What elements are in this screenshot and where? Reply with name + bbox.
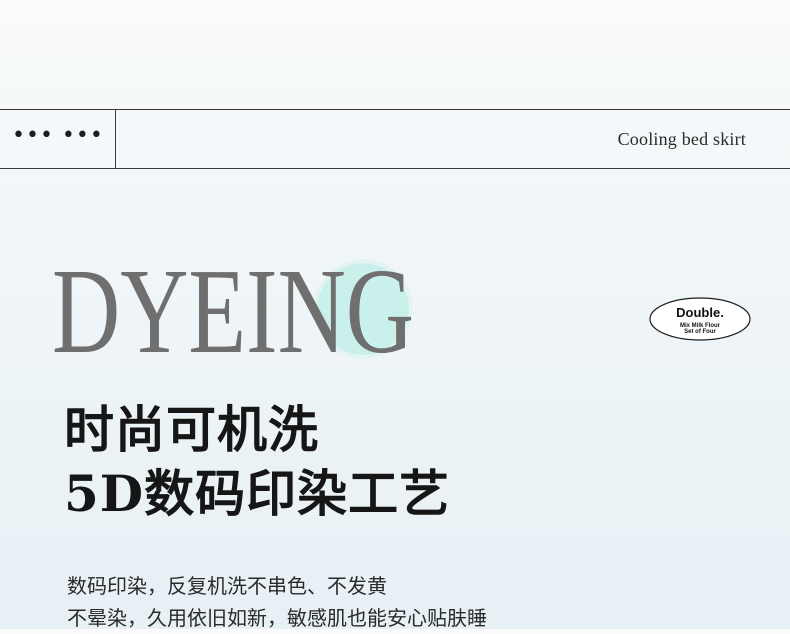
description-line-1: 数码印染，反复机洗不串色、不发黄 [67, 574, 387, 598]
badge-subtitle-2: Set of Four [684, 329, 716, 335]
headline-line-1: 时尚可机洗 [64, 400, 319, 459]
band-divider [115, 110, 116, 168]
headline: 时尚可机洗 5D数码印染工艺 [64, 398, 450, 526]
header-band: ••• ••• Cooling bed skirt [0, 109, 790, 169]
description-line-2: 不晕染，久用依旧如新，敏感肌也能安心贴肤睡 [67, 606, 487, 630]
description: 数码印染，反复机洗不串色、不发黄 不晕染，久用依旧如新，敏感肌也能安心贴肤睡 [67, 570, 487, 634]
band-title: Cooling bed skirt [617, 129, 746, 149]
dyeing-word-graphic: DYEING [52, 248, 414, 368]
ellipsis-icon[interactable]: ••• ••• [12, 123, 104, 148]
double-badge: Double. Mix Milk Flour Set of Four [649, 297, 751, 341]
badge-title: Double. [676, 305, 724, 320]
headline-line-2: 5D数码印染工艺 [64, 464, 451, 523]
dyeing-word: DYEING [52, 248, 414, 368]
